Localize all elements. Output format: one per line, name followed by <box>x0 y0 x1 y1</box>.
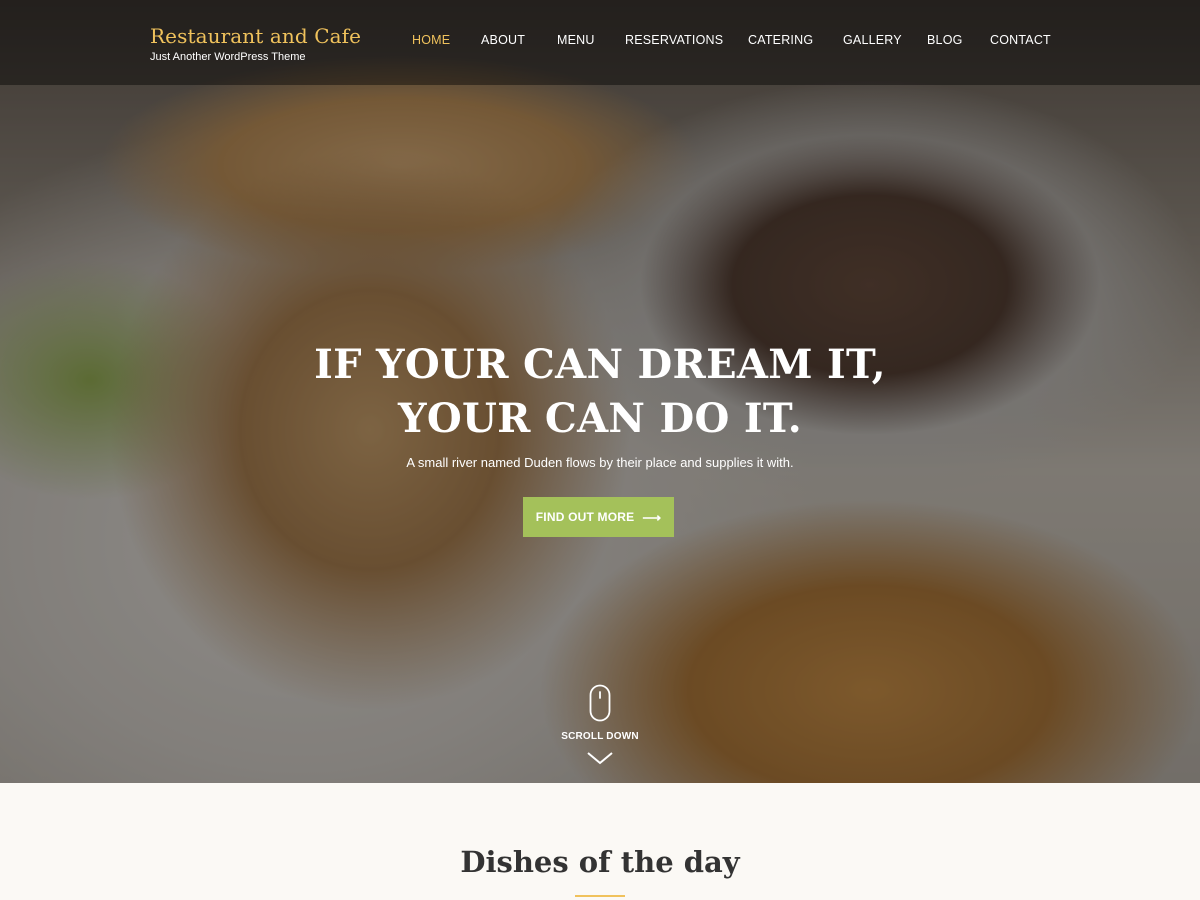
section-title: Dishes of the day <box>460 845 740 879</box>
mouse-icon <box>589 684 611 722</box>
hero-subtitle: A small river named Duden flows by their… <box>406 455 794 470</box>
hero-title: IF YOUR CAN DREAM IT, YOUR CAN DO IT. <box>0 338 1200 446</box>
scroll-down-label: SCROLL DOWN <box>561 731 639 742</box>
site-tagline: Just Another WordPress Theme <box>150 51 306 63</box>
scroll-down[interactable]: SCROLL DOWN <box>550 684 650 774</box>
nav-item-contact[interactable]: CONTACT <box>990 33 1051 47</box>
nav-item-about[interactable]: ABOUT <box>481 33 525 47</box>
hero-title-line-2: YOUR CAN DO IT. <box>397 395 802 442</box>
find-out-more-button[interactable]: FIND OUT MORE ⟶ <box>523 497 674 537</box>
hero-title-line-1: IF YOUR CAN DREAM IT, <box>314 341 886 388</box>
nav-item-home[interactable]: HOME <box>412 33 450 47</box>
main-nav: HOME ABOUT MENU RESERVATIONS CATERING GA… <box>0 33 1200 49</box>
hero-banner: Restaurant and Cafe Just Another WordPre… <box>0 0 1200 783</box>
nav-item-blog[interactable]: BLOG <box>927 33 963 47</box>
nav-item-menu[interactable]: MENU <box>557 33 595 47</box>
nav-item-catering[interactable]: CATERING <box>748 33 813 47</box>
site-header: Restaurant and Cafe Just Another WordPre… <box>0 0 1200 85</box>
chevron-down-icon <box>587 752 613 765</box>
find-out-more-label: FIND OUT MORE <box>535 510 635 524</box>
nav-item-reservations[interactable]: RESERVATIONS <box>625 33 723 47</box>
nav-item-gallery[interactable]: GALLERY <box>843 33 902 47</box>
arrow-right-icon: ⟶ <box>642 509 662 525</box>
dishes-section: Dishes of the day <box>0 783 1200 900</box>
title-divider <box>575 895 625 897</box>
